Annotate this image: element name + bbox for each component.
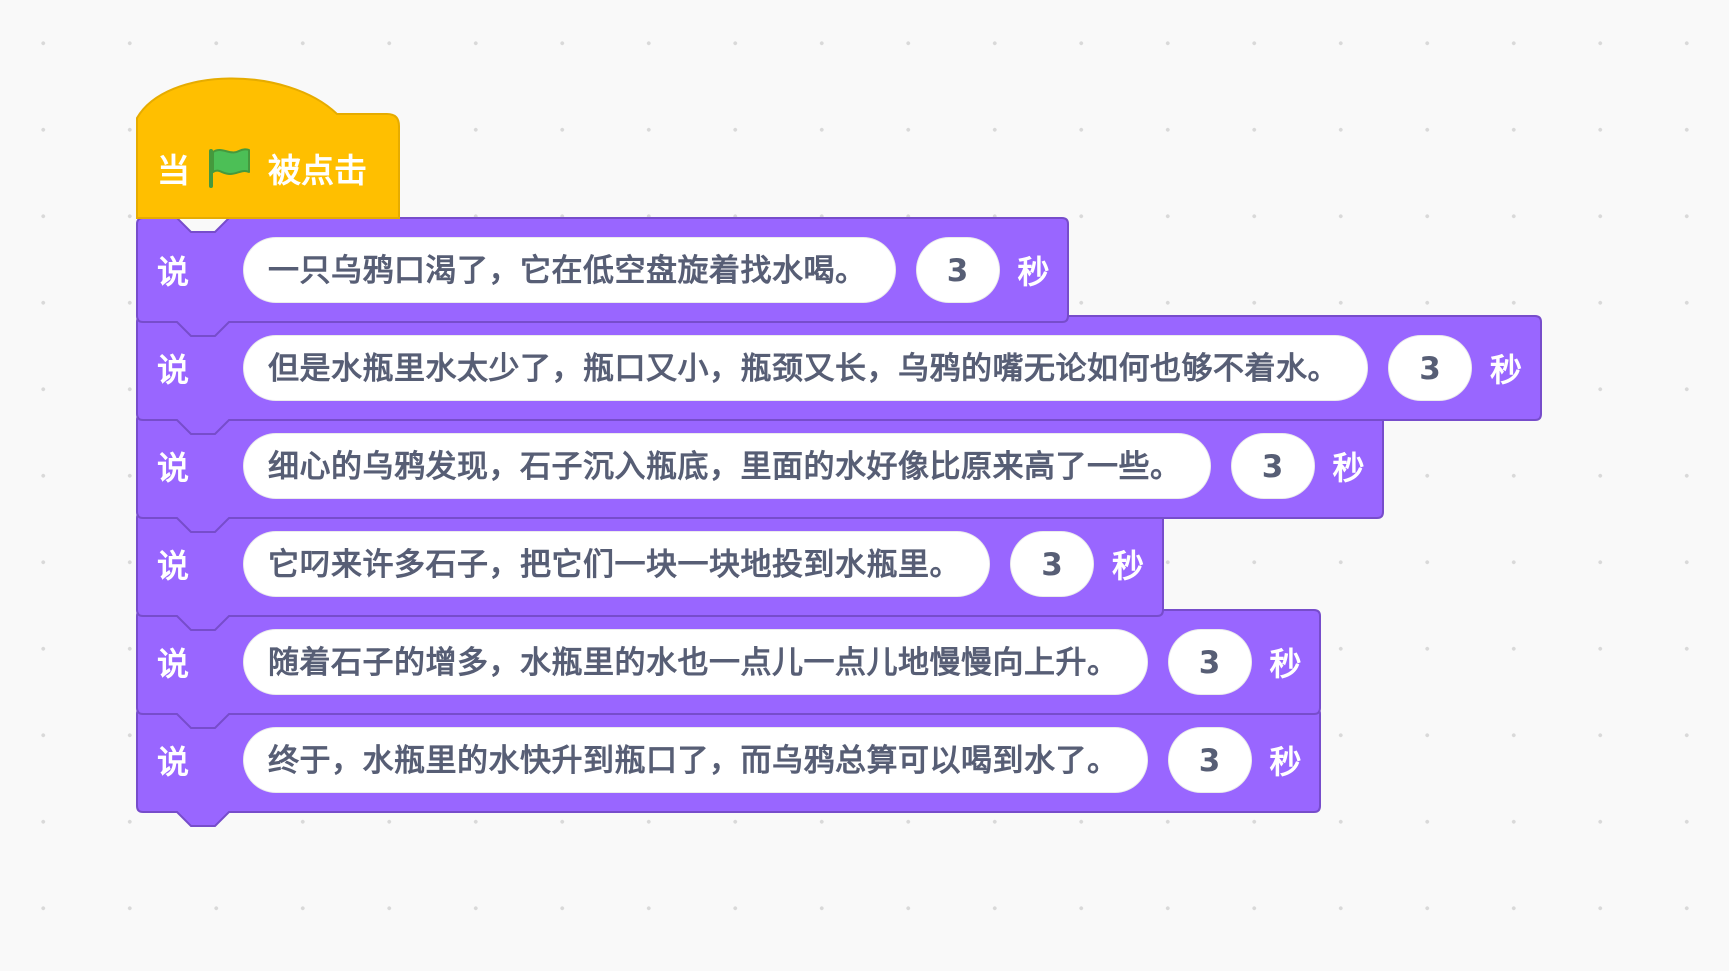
hat-prefix-text: 当 xyxy=(157,151,190,190)
seconds-input[interactable]: 3 xyxy=(1010,531,1094,597)
message-input[interactable]: 但是水瓶里水太少了，瓶口又小，瓶颈又长，乌鸦的嘴无论如何也够不着水。 xyxy=(243,335,1368,401)
code-workspace[interactable]: 当 被点击 说一只乌鸦口渴了，它在低空盘旋着找水喝。 3 秒说但是水瓶里水太少了，瓶… xyxy=(0,0,1729,971)
seconds-input[interactable]: 3 xyxy=(915,237,1000,303)
seconds-input[interactable]: 3 xyxy=(1230,433,1315,499)
seconds-unit-label: 秒 xyxy=(1269,743,1302,781)
message-input[interactable]: 细心的乌鸦发现，石子沉入瓶底，里面的水好像比原来高了一些。 xyxy=(243,433,1211,499)
seconds-input[interactable]: 3 xyxy=(1388,335,1472,401)
say-label: 说 xyxy=(157,645,190,683)
message-input[interactable]: 它叼来许多石子，把它们一块一块地投到水瓶里。 xyxy=(243,531,990,597)
say-label: 说 xyxy=(157,547,190,585)
seconds-unit-label: 秒 xyxy=(1017,253,1050,291)
message-input[interactable]: 终于，水瓶里的水快升到瓶口了，而乌鸦总算可以喝到水了。 xyxy=(243,727,1148,793)
say-label: 说 xyxy=(157,253,190,291)
script-stack[interactable]: 当 被点击 说一只乌鸦口渴了，它在低空盘旋着找水喝。 3 秒说但是水瓶里水太少了，瓶… xyxy=(136,77,1542,827)
message-input[interactable]: 随着石子的增多，水瓶里的水也一点儿一点儿地慢慢向上升。 xyxy=(243,629,1148,695)
seconds-unit-label: 秒 xyxy=(1112,547,1145,585)
seconds-unit-label: 秒 xyxy=(1490,351,1523,389)
seconds-unit-label: 秒 xyxy=(1269,645,1302,683)
say-block-stack: 说一只乌鸦口渴了，它在低空盘旋着找水喝。 3 秒说但是水瓶里水太少了，瓶口又小，瓶颈… xyxy=(136,217,1542,827)
seconds-input[interactable]: 3 xyxy=(1167,727,1252,793)
say-label: 说 xyxy=(157,351,190,389)
hat-suffix-text: 被点击 xyxy=(268,151,367,190)
seconds-input[interactable]: 3 xyxy=(1167,629,1252,695)
say-for-secs-block[interactable]: 说 一只乌鸦口渴了，它在低空盘旋着找水喝。 3 秒 xyxy=(136,217,1069,337)
say-label: 说 xyxy=(157,743,190,781)
seconds-unit-label: 秒 xyxy=(1332,449,1365,487)
when-flag-clicked-block[interactable]: 当 被点击 xyxy=(136,77,400,219)
green-flag-icon[interactable] xyxy=(206,146,252,190)
say-label: 说 xyxy=(157,449,190,487)
message-input[interactable]: 一只乌鸦口渴了，它在低空盘旋着找水喝。 xyxy=(243,237,896,303)
